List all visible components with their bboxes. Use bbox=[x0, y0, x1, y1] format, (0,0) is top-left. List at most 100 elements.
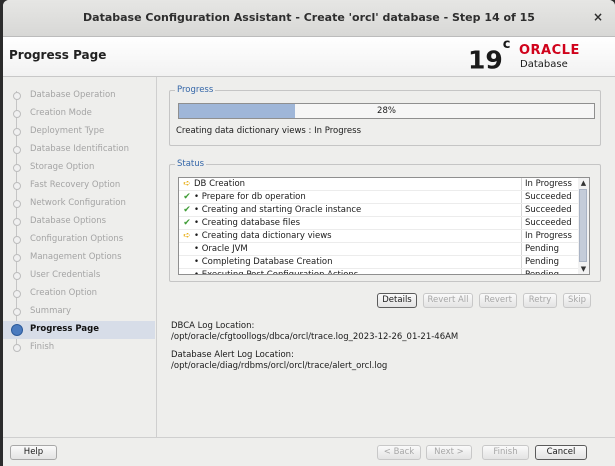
retry-button[interactable]: Retry bbox=[523, 293, 557, 308]
status-step-name: • Creating and starting Oracle instance bbox=[194, 205, 362, 215]
progress-percent: 28% bbox=[377, 106, 396, 116]
status-row[interactable]: ➪ • Creating data dictionary views In Prog… bbox=[179, 230, 579, 243]
sidebar-step-label: Management Options bbox=[30, 252, 122, 262]
status-step-state: Pending bbox=[521, 269, 579, 274]
step-indicator-icon bbox=[13, 254, 21, 262]
sidebar-step[interactable]: Creation Option bbox=[3, 285, 155, 303]
oracle-logo: 19c ORACLE Database bbox=[468, 37, 608, 75]
sidebar-step-label: Finish bbox=[30, 342, 55, 352]
status-scrollbar[interactable]: ▲ ▼ bbox=[578, 177, 590, 275]
finish-button[interactable]: Finish bbox=[482, 445, 529, 460]
check-icon: ✔ bbox=[183, 205, 191, 215]
step-indicator-icon bbox=[13, 182, 21, 190]
title-bar: Database Configuration Assistant - Creat… bbox=[3, 0, 615, 37]
step-indicator-icon bbox=[13, 110, 21, 118]
status-row[interactable]: • Oracle JVM Pending bbox=[179, 243, 579, 256]
alert-log-path: /opt/oracle/diag/rdbms/orcl/orcl/trace/a… bbox=[171, 361, 388, 371]
status-step-name: • Prepare for db operation bbox=[194, 192, 306, 202]
step-indicator-icon bbox=[13, 308, 21, 316]
sidebar-step[interactable]: Fast Recovery Option bbox=[3, 177, 155, 195]
status-step-name: • Completing Database Creation bbox=[194, 257, 333, 267]
check-icon: ✔ bbox=[183, 192, 191, 202]
logo-version: 19c bbox=[468, 37, 511, 75]
status-group: Status ➪ DB Creation In Progress ✔ • Prepare… bbox=[169, 159, 601, 282]
status-step-name: • Creating database files bbox=[194, 218, 301, 228]
scroll-down-icon[interactable]: ▼ bbox=[578, 264, 589, 274]
sidebar-step-label: Database Options bbox=[30, 216, 107, 226]
sidebar-step[interactable]: Creation Mode bbox=[3, 105, 155, 123]
status-step-name: • Executing Post Configuration Actions bbox=[194, 270, 359, 275]
check-icon: ✔ bbox=[183, 218, 191, 228]
revert-all-button[interactable]: Revert All bbox=[423, 293, 473, 308]
sidebar-step[interactable]: Network Configuration bbox=[3, 195, 155, 213]
sidebar-step[interactable]: Database Operation bbox=[3, 87, 155, 105]
sidebar-step-label: Deployment Type bbox=[30, 126, 105, 136]
status-row[interactable]: • Completing Database Creation Pending bbox=[179, 256, 579, 269]
step-indicator-icon bbox=[13, 92, 21, 100]
step-indicator-icon bbox=[13, 164, 21, 172]
sidebar-step[interactable]: Progress Page bbox=[3, 321, 155, 339]
status-step-state: In Progress bbox=[521, 230, 579, 242]
sidebar-step[interactable]: Deployment Type bbox=[3, 123, 155, 141]
status-step-state: Pending bbox=[521, 256, 579, 268]
sidebar-step-label: User Credentials bbox=[30, 270, 101, 280]
step-indicator-icon bbox=[13, 146, 21, 154]
status-group-title: Status bbox=[175, 159, 207, 169]
status-step-name: • Creating data dictionary views bbox=[194, 231, 332, 241]
status-row[interactable]: ✔ • Prepare for db operation Succeeded bbox=[179, 191, 579, 204]
status-row[interactable]: ➪ DB Creation In Progress bbox=[179, 178, 579, 191]
cancel-button[interactable]: Cancel bbox=[535, 445, 587, 460]
step-indicator-icon bbox=[13, 128, 21, 136]
wizard-footer: Help < Back Next > Finish Cancel bbox=[3, 437, 615, 466]
sidebar-step[interactable]: Storage Option bbox=[3, 159, 155, 177]
sidebar-step-label: Network Configuration bbox=[30, 198, 126, 208]
dbca-log-path: /opt/oracle/cfgtoollogs/dbca/orcl/trace.… bbox=[171, 332, 459, 342]
step-indicator-icon bbox=[13, 200, 21, 208]
step-indicator-icon bbox=[13, 344, 21, 352]
status-icon bbox=[181, 243, 193, 255]
sidebar-step[interactable]: Finish bbox=[3, 339, 155, 357]
page-title: Progress Page bbox=[9, 48, 107, 62]
close-icon[interactable]: × bbox=[591, 10, 605, 24]
revert-button[interactable]: Revert bbox=[479, 293, 517, 308]
step-indicator-icon bbox=[13, 290, 21, 298]
next-button[interactable]: Next > bbox=[426, 445, 472, 460]
status-icon bbox=[181, 269, 193, 274]
sidebar-step-label: Summary bbox=[30, 306, 72, 316]
sidebar-step[interactable]: Management Options bbox=[3, 249, 155, 267]
sidebar-step-label: Database Operation bbox=[30, 90, 116, 100]
status-row[interactable]: ✔ • Creating database files Succeeded bbox=[179, 217, 579, 230]
sidebar-step[interactable]: Configuration Options bbox=[3, 231, 155, 249]
help-button[interactable]: Help bbox=[10, 445, 57, 460]
sidebar-step[interactable]: Summary bbox=[3, 303, 155, 321]
skip-button[interactable]: Skip bbox=[563, 293, 591, 308]
status-step-state: Succeeded bbox=[521, 191, 579, 203]
step-indicator-icon bbox=[11, 324, 23, 336]
scroll-up-icon[interactable]: ▲ bbox=[578, 178, 589, 188]
details-button[interactable]: Details bbox=[377, 293, 417, 308]
progress-group: Progress 28% Creating data dictionary vi… bbox=[169, 85, 601, 146]
logo-product: Database bbox=[520, 59, 568, 70]
status-step-name: • Oracle JVM bbox=[194, 244, 248, 254]
steps-sidebar: Database Operation Creation Mode Deploymen… bbox=[3, 77, 155, 437]
sidebar-step-label: Configuration Options bbox=[30, 234, 124, 244]
sidebar-step[interactable]: User Credentials bbox=[3, 267, 155, 285]
status-table: ➪ DB Creation In Progress ✔ • Prepare for db… bbox=[178, 177, 580, 275]
status-icon bbox=[181, 256, 193, 268]
sidebar-step-label: Database Identification bbox=[30, 144, 129, 154]
status-step-name: DB Creation bbox=[194, 179, 246, 189]
sidebar-step-label: Storage Option bbox=[30, 162, 95, 172]
sidebar-step[interactable]: Database Identification bbox=[3, 141, 155, 159]
alert-log-label: Database Alert Log Location: bbox=[171, 350, 294, 360]
status-row[interactable]: ✔ • Creating and starting Oracle instance… bbox=[179, 204, 579, 217]
step-indicator-icon bbox=[13, 218, 21, 226]
status-step-state: Pending bbox=[521, 243, 579, 255]
sidebar-step[interactable]: Database Options bbox=[3, 213, 155, 231]
sidebar-step-label: Progress Page bbox=[30, 324, 99, 334]
progress-message: Creating data dictionary views : In Prog… bbox=[176, 126, 361, 136]
sidebar-step-label: Creation Option bbox=[30, 288, 98, 298]
status-step-state: Succeeded bbox=[521, 217, 579, 229]
back-button[interactable]: < Back bbox=[377, 445, 421, 460]
status-row[interactable]: • Executing Post Configuration Actions Pe… bbox=[179, 269, 579, 275]
scroll-thumb[interactable] bbox=[579, 189, 587, 262]
